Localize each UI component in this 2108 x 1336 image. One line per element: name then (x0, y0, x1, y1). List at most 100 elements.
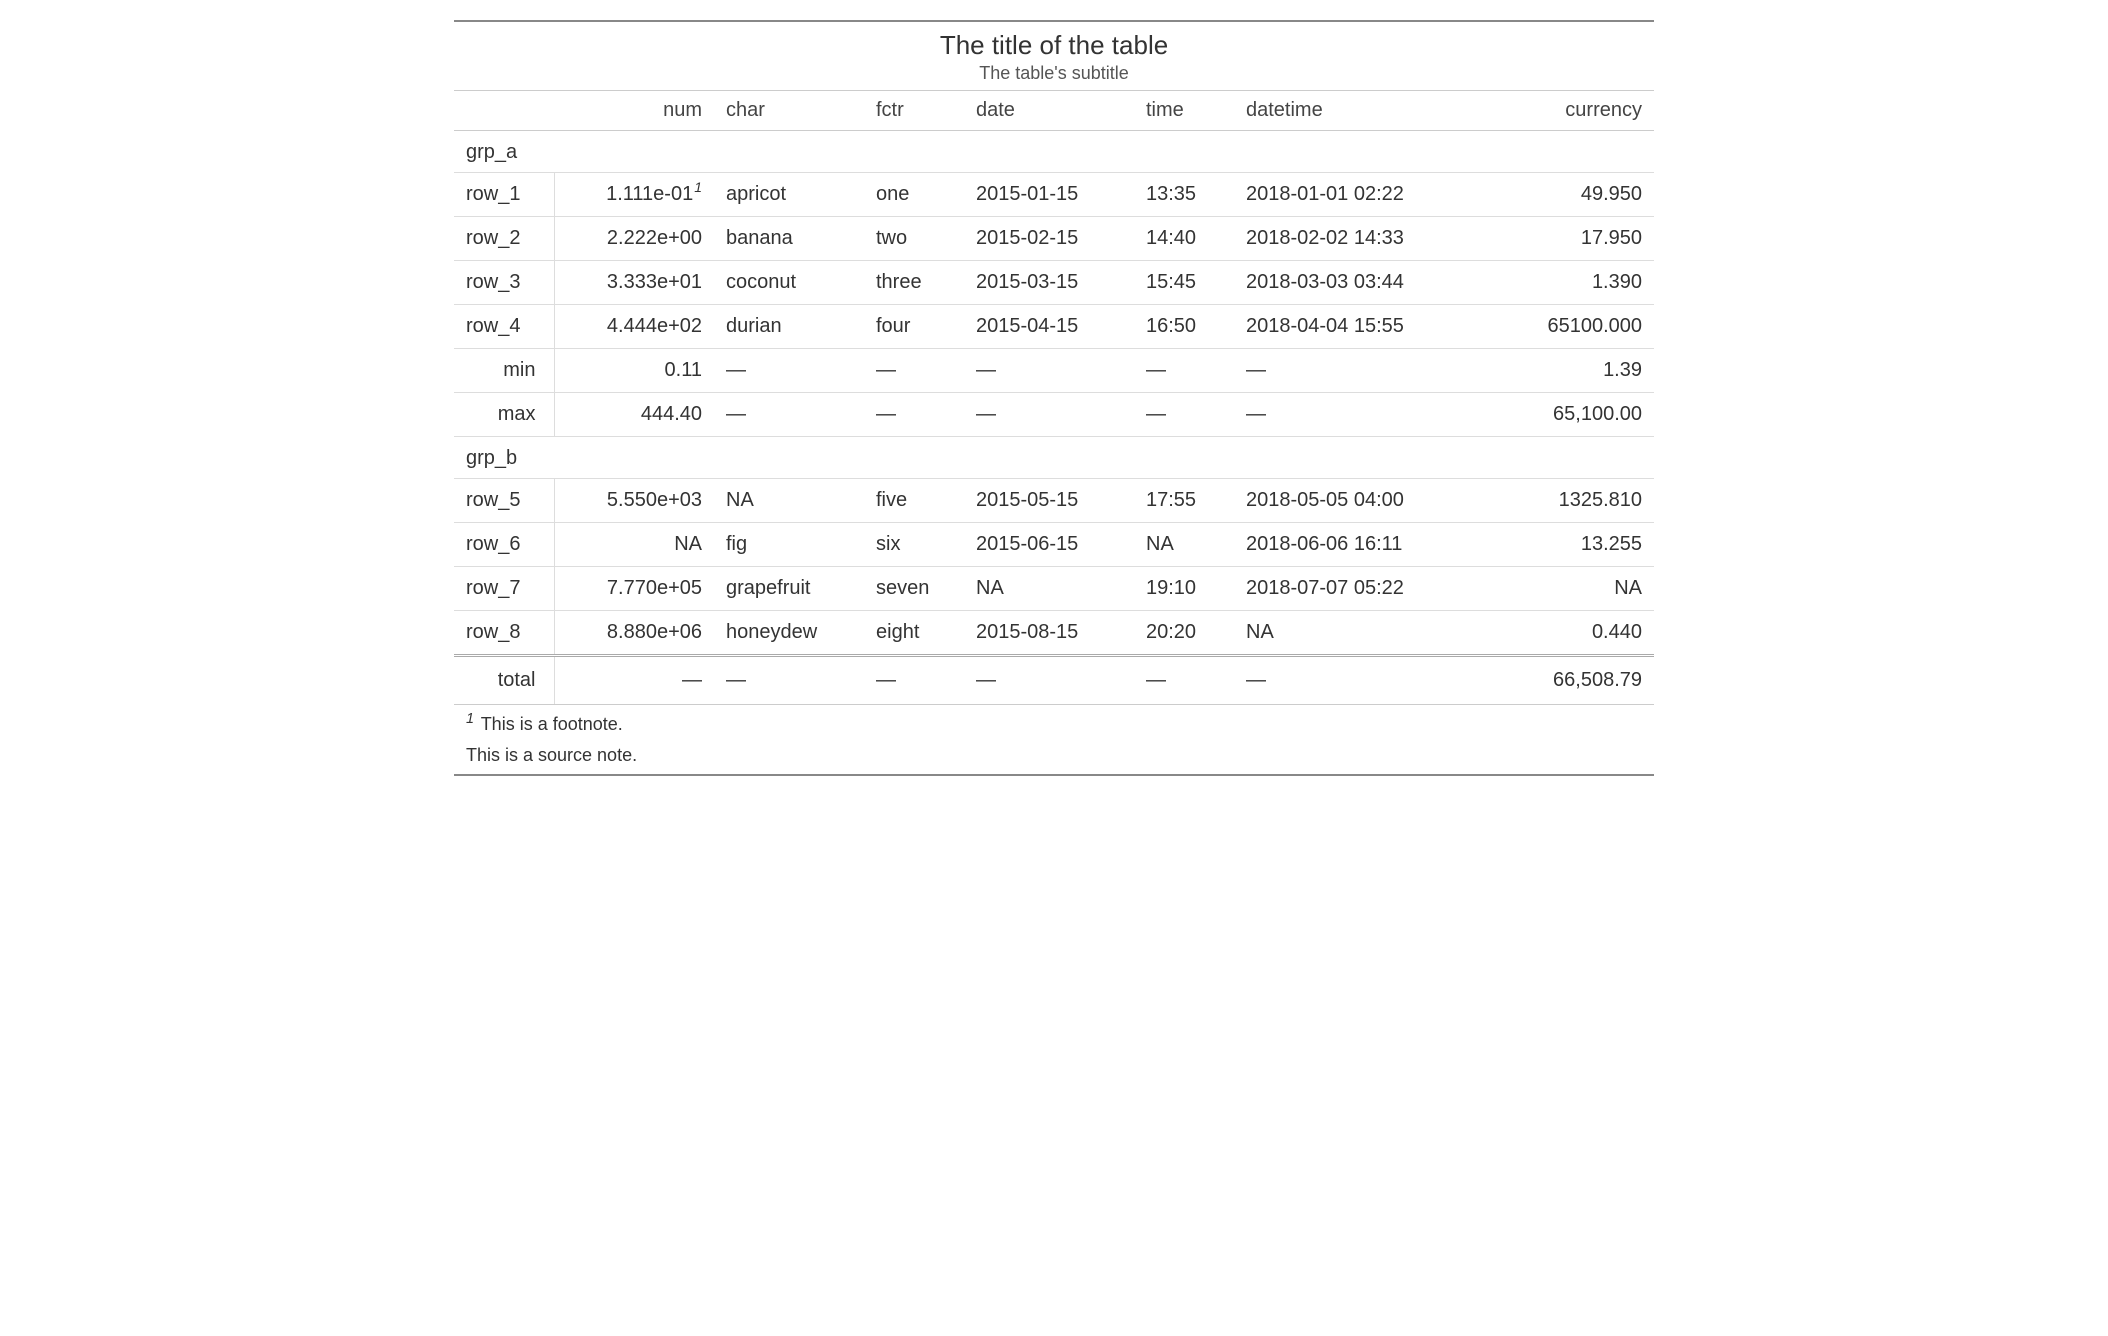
col-datetime: datetime (1234, 91, 1464, 131)
cell-num: 5.550e+03 (554, 479, 714, 523)
col-currency: currency (1464, 91, 1654, 131)
cell-date: 2015-02-15 (964, 217, 1134, 261)
row-stub: row_4 (454, 305, 554, 349)
cell-currency: 13.255 (1464, 523, 1654, 567)
cell-char: honeydew (714, 611, 864, 656)
cell-date: 2015-01-15 (964, 173, 1134, 217)
cell-date: 2015-04-15 (964, 305, 1134, 349)
cell-date: — (964, 393, 1134, 437)
cell-currency: 66,508.79 (1464, 656, 1654, 705)
cell-datetime: 2018-07-07 05:22 (1234, 567, 1464, 611)
row-stub: row_3 (454, 261, 554, 305)
row-stub: row_2 (454, 217, 554, 261)
source-note: This is a source note. (454, 739, 1654, 775)
cell-date: 2015-06-15 (964, 523, 1134, 567)
cell-datetime: 2018-04-04 15:55 (1234, 305, 1464, 349)
row-stub: row_5 (454, 479, 554, 523)
cell-time: 14:40 (1134, 217, 1234, 261)
cell-time: 15:45 (1134, 261, 1234, 305)
summary-stub: min (454, 349, 554, 393)
cell-datetime: — (1234, 349, 1464, 393)
row-stub: row_1 (454, 173, 554, 217)
cell-time: — (1134, 393, 1234, 437)
data-table: The title of the table The table's subti… (454, 20, 1654, 776)
cell-fctr: six (864, 523, 964, 567)
table-row: row_4 4.444e+02 durian four 2015-04-15 1… (454, 305, 1654, 349)
cell-fctr: one (864, 173, 964, 217)
table-row: row_7 7.770e+05 grapefruit seven NA 19:1… (454, 567, 1654, 611)
table-row: row_3 3.333e+01 coconut three 2015-03-15… (454, 261, 1654, 305)
cell-time: NA (1134, 523, 1234, 567)
cell-datetime: 2018-02-02 14:33 (1234, 217, 1464, 261)
col-char: char (714, 91, 864, 131)
cell-fctr: three (864, 261, 964, 305)
grand-stub: total (454, 656, 554, 705)
cell-num: 444.40 (554, 393, 714, 437)
cell-num: 4.444e+02 (554, 305, 714, 349)
cell-char: grapefruit (714, 567, 864, 611)
summary-row: max 444.40 — — — — — 65,100.00 (454, 393, 1654, 437)
cell-char: — (714, 349, 864, 393)
cell-time: — (1134, 656, 1234, 705)
cell-currency: 17.950 (1464, 217, 1654, 261)
cell-num: NA (554, 523, 714, 567)
cell-date: — (964, 656, 1134, 705)
row-stub: row_7 (454, 567, 554, 611)
footnote: 1 This is a footnote. (454, 705, 1654, 740)
cell-fctr: seven (864, 567, 964, 611)
cell-currency: 65100.000 (1464, 305, 1654, 349)
cell-fctr: — (864, 349, 964, 393)
group-label: grp_a (454, 131, 1654, 173)
cell-fctr: — (864, 656, 964, 705)
cell-num: 1.111e-011 (554, 173, 714, 217)
cell-num: 7.770e+05 (554, 567, 714, 611)
cell-char: durian (714, 305, 864, 349)
row-stub: row_8 (454, 611, 554, 656)
table-row: row_2 2.222e+00 banana two 2015-02-15 14… (454, 217, 1654, 261)
group-label: grp_b (454, 437, 1654, 479)
col-time: time (1134, 91, 1234, 131)
cell-num: 0.11 (554, 349, 714, 393)
cell-date: 2015-08-15 (964, 611, 1134, 656)
cell-time: 20:20 (1134, 611, 1234, 656)
cell-time: 13:35 (1134, 173, 1234, 217)
cell-fctr: five (864, 479, 964, 523)
stub-head (454, 91, 554, 131)
cell-currency: 65,100.00 (1464, 393, 1654, 437)
footnote-mark: 1 (694, 179, 702, 195)
cell-datetime: 2018-01-01 02:22 (1234, 173, 1464, 217)
cell-currency: 49.950 (1464, 173, 1654, 217)
cell-fctr: two (864, 217, 964, 261)
cell-char: — (714, 656, 864, 705)
cell-date: 2015-03-15 (964, 261, 1134, 305)
cell-date: NA (964, 567, 1134, 611)
cell-fctr: — (864, 393, 964, 437)
cell-char: — (714, 393, 864, 437)
cell-fctr: eight (864, 611, 964, 656)
grand-total-row: total — — — — — — 66,508.79 (454, 656, 1654, 705)
cell-datetime: 2018-06-06 16:11 (1234, 523, 1464, 567)
cell-time: 19:10 (1134, 567, 1234, 611)
cell-time: 17:55 (1134, 479, 1234, 523)
cell-currency: NA (1464, 567, 1654, 611)
cell-time: — (1134, 349, 1234, 393)
table-row: row_8 8.880e+06 honeydew eight 2015-08-1… (454, 611, 1654, 656)
cell-currency: 1.390 (1464, 261, 1654, 305)
col-date: date (964, 91, 1134, 131)
cell-datetime: NA (1234, 611, 1464, 656)
footnote-mark: 1 (466, 711, 474, 727)
cell-datetime: 2018-05-05 04:00 (1234, 479, 1464, 523)
cell-num: 8.880e+06 (554, 611, 714, 656)
row-stub: row_6 (454, 523, 554, 567)
cell-num: 2.222e+00 (554, 217, 714, 261)
cell-date: 2015-05-15 (964, 479, 1134, 523)
cell-currency: 1325.810 (1464, 479, 1654, 523)
cell-char: banana (714, 217, 864, 261)
cell-char: coconut (714, 261, 864, 305)
summary-row: min 0.11 — — — — — 1.39 (454, 349, 1654, 393)
cell-fctr: four (864, 305, 964, 349)
table-subtitle: The table's subtitle (462, 63, 1646, 84)
summary-stub: max (454, 393, 554, 437)
cell-char: fig (714, 523, 864, 567)
table-row: row_5 5.550e+03 NA five 2015-05-15 17:55… (454, 479, 1654, 523)
